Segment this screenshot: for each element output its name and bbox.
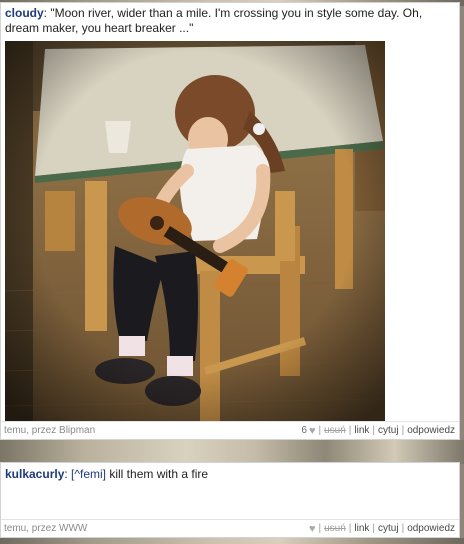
delete-link[interactable]: usuń: [324, 523, 346, 534]
link-link[interactable]: link: [354, 425, 369, 436]
post-message: kill them with a fire: [106, 467, 209, 481]
quote-link[interactable]: cytuj: [378, 523, 399, 534]
link-link[interactable]: link: [354, 523, 369, 534]
post-meta: temu, przez Blipman: [4, 425, 96, 436]
post-actions: 6 ♥ | usuń | link | cytuj | odpowiedz: [301, 424, 455, 437]
delete-link[interactable]: usuń: [324, 425, 346, 436]
heart-icon[interactable]: ♥: [307, 523, 316, 535]
blip-post: kulkacurly: [^femi] kill them with a fir…: [0, 462, 460, 538]
author-link[interactable]: kulkacurly: [5, 467, 64, 481]
recipient-link[interactable]: [^femi]: [71, 467, 106, 481]
background-strip-middle: [0, 440, 464, 464]
background-strip-bottom: [0, 538, 464, 544]
quote-link[interactable]: cytuj: [378, 425, 399, 436]
blip-post: cloudy: "Moon river, wider than a mile. …: [0, 2, 460, 440]
photo-girl-with-ukulele: [5, 41, 385, 423]
post-message: : "Moon river, wider than a mile. I'm cr…: [5, 6, 423, 35]
heart-icon[interactable]: ♥: [307, 425, 316, 437]
post-footer: temu, przez WWW ♥ | usuń | link | cytuj …: [1, 519, 459, 537]
reply-link[interactable]: odpowiedz: [407, 425, 455, 436]
post-body: kulkacurly: [^femi] kill them with a fir…: [5, 467, 209, 481]
author-link[interactable]: cloudy: [5, 6, 44, 20]
post-body: cloudy: "Moon river, wider than a mile. …: [1, 3, 459, 36]
post-footer: temu, przez Blipman 6 ♥ | usuń | link | …: [1, 421, 459, 439]
post-photo[interactable]: [5, 41, 385, 423]
post-meta: temu, przez WWW: [4, 523, 88, 534]
post-actions: ♥ | usuń | link | cytuj | odpowiedz: [307, 522, 455, 535]
reply-link[interactable]: odpowiedz: [407, 523, 455, 534]
